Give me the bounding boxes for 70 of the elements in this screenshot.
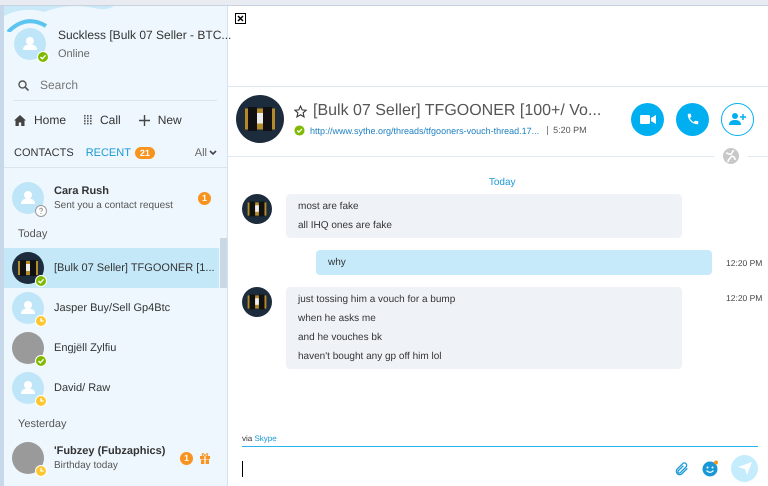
contact-subtitle: Birthday today xyxy=(54,460,119,471)
add-contact-button[interactable] xyxy=(721,102,754,136)
logo-avatar-icon xyxy=(242,287,272,317)
contact-name: David/ Raw xyxy=(54,382,110,394)
section-header: Today xyxy=(17,227,48,242)
send-button[interactable] xyxy=(731,455,758,482)
mood-link[interactable]: http://www.sythe.org/threads/tfgooners-vouch-thread.17... xyxy=(310,126,540,136)
contact-row[interactable]: Engjëll Zylfiu xyxy=(4,328,219,368)
section-header: Yesterday xyxy=(17,417,68,432)
photo-placeholder xyxy=(12,332,44,364)
video-call-button[interactable] xyxy=(631,102,664,136)
tab[interactable]: CONTACTS xyxy=(14,147,74,159)
contact-name: Cara Rush xyxy=(54,185,110,197)
smiley-icon xyxy=(702,460,719,477)
contact-row[interactable]: [Bulk 07 Seller] TFGOONER [1... xyxy=(4,248,219,288)
logo-avatar-icon xyxy=(12,252,44,284)
video-camera-icon xyxy=(640,114,656,124)
chevron-down-icon xyxy=(209,150,217,156)
message-text: when he asks me xyxy=(298,313,377,324)
nav-button[interactable]: Call xyxy=(84,113,121,127)
contact-name: [Bulk 07 Seller] TFGOONER [1... xyxy=(54,262,215,274)
home-icon xyxy=(14,114,26,126)
contact-name: Engjëll Zylfiu xyxy=(54,342,116,354)
logo-avatar-icon xyxy=(236,95,284,143)
plus-icon xyxy=(138,114,150,126)
status-text: Online xyxy=(58,48,91,60)
paperclip-icon xyxy=(674,460,690,476)
avatar-icon xyxy=(12,292,44,324)
via-label: via Skype xyxy=(242,434,758,447)
phone-icon xyxy=(686,112,700,126)
logo-avatar-icon xyxy=(242,194,272,224)
message-text: most are fake xyxy=(298,201,360,212)
contact-row[interactable]: Jasper Buy/Sell Gp4Btc xyxy=(4,288,219,328)
send-icon xyxy=(738,462,752,475)
profile-name: Suckless [Bulk 07 Seller - BTC... xyxy=(58,28,232,42)
emoticon-button[interactable] xyxy=(702,460,719,477)
photo-placeholder xyxy=(12,442,44,474)
count-badge: 21 xyxy=(134,147,155,159)
dialpad-icon xyxy=(84,115,92,125)
broken-image-icon xyxy=(235,13,246,24)
message-time: 12:20 PM xyxy=(726,292,762,303)
avatar-icon xyxy=(12,182,44,214)
nav-button[interactable]: New xyxy=(138,113,182,127)
message-text: just tossing him a vouch for a bump xyxy=(298,294,456,305)
favorite-star-icon[interactable] xyxy=(294,104,307,118)
contact-row[interactable]: David/ Raw xyxy=(4,368,219,408)
add-person-icon xyxy=(728,112,746,126)
last-seen-time: 5:20 PM xyxy=(547,126,587,135)
attach-button[interactable] xyxy=(674,460,690,476)
contact-name: 'Fubzey (Fubzaphics) xyxy=(54,445,166,457)
contact-row[interactable]: Cara Rush Sent you a contact request 1 xyxy=(4,178,219,218)
call-button[interactable] xyxy=(676,102,709,136)
filter-dropdown[interactable]: All xyxy=(194,147,217,159)
avatar-icon xyxy=(14,28,46,60)
contact-subtitle: Sent you a contact request xyxy=(54,200,173,211)
message-text: all IHQ ones are fake xyxy=(298,220,393,231)
avatar-icon xyxy=(12,372,44,404)
date-divider: Today xyxy=(488,177,517,188)
message-text: haven't bought any gp off him lol xyxy=(298,351,442,362)
unread-badge: 1 xyxy=(198,192,211,204)
search-icon xyxy=(18,80,29,90)
contact-name: Jasper Buy/Sell Gp4Btc xyxy=(54,302,170,314)
message-text: and he vouches bk xyxy=(298,332,383,343)
nav-button[interactable]: Home xyxy=(14,113,66,127)
search-field[interactable]: Search xyxy=(38,77,202,93)
unread-badge: 1 xyxy=(180,452,193,464)
contact-row[interactable]: 'Fubzey (Fubzaphics) Birthday today 1 xyxy=(4,438,219,478)
message-time: 12:20 PM xyxy=(726,257,762,268)
message-text: why xyxy=(328,257,347,268)
conversation-title: [Bulk 07 Seller] TFGOONER [100+/ Vo... xyxy=(313,102,602,120)
